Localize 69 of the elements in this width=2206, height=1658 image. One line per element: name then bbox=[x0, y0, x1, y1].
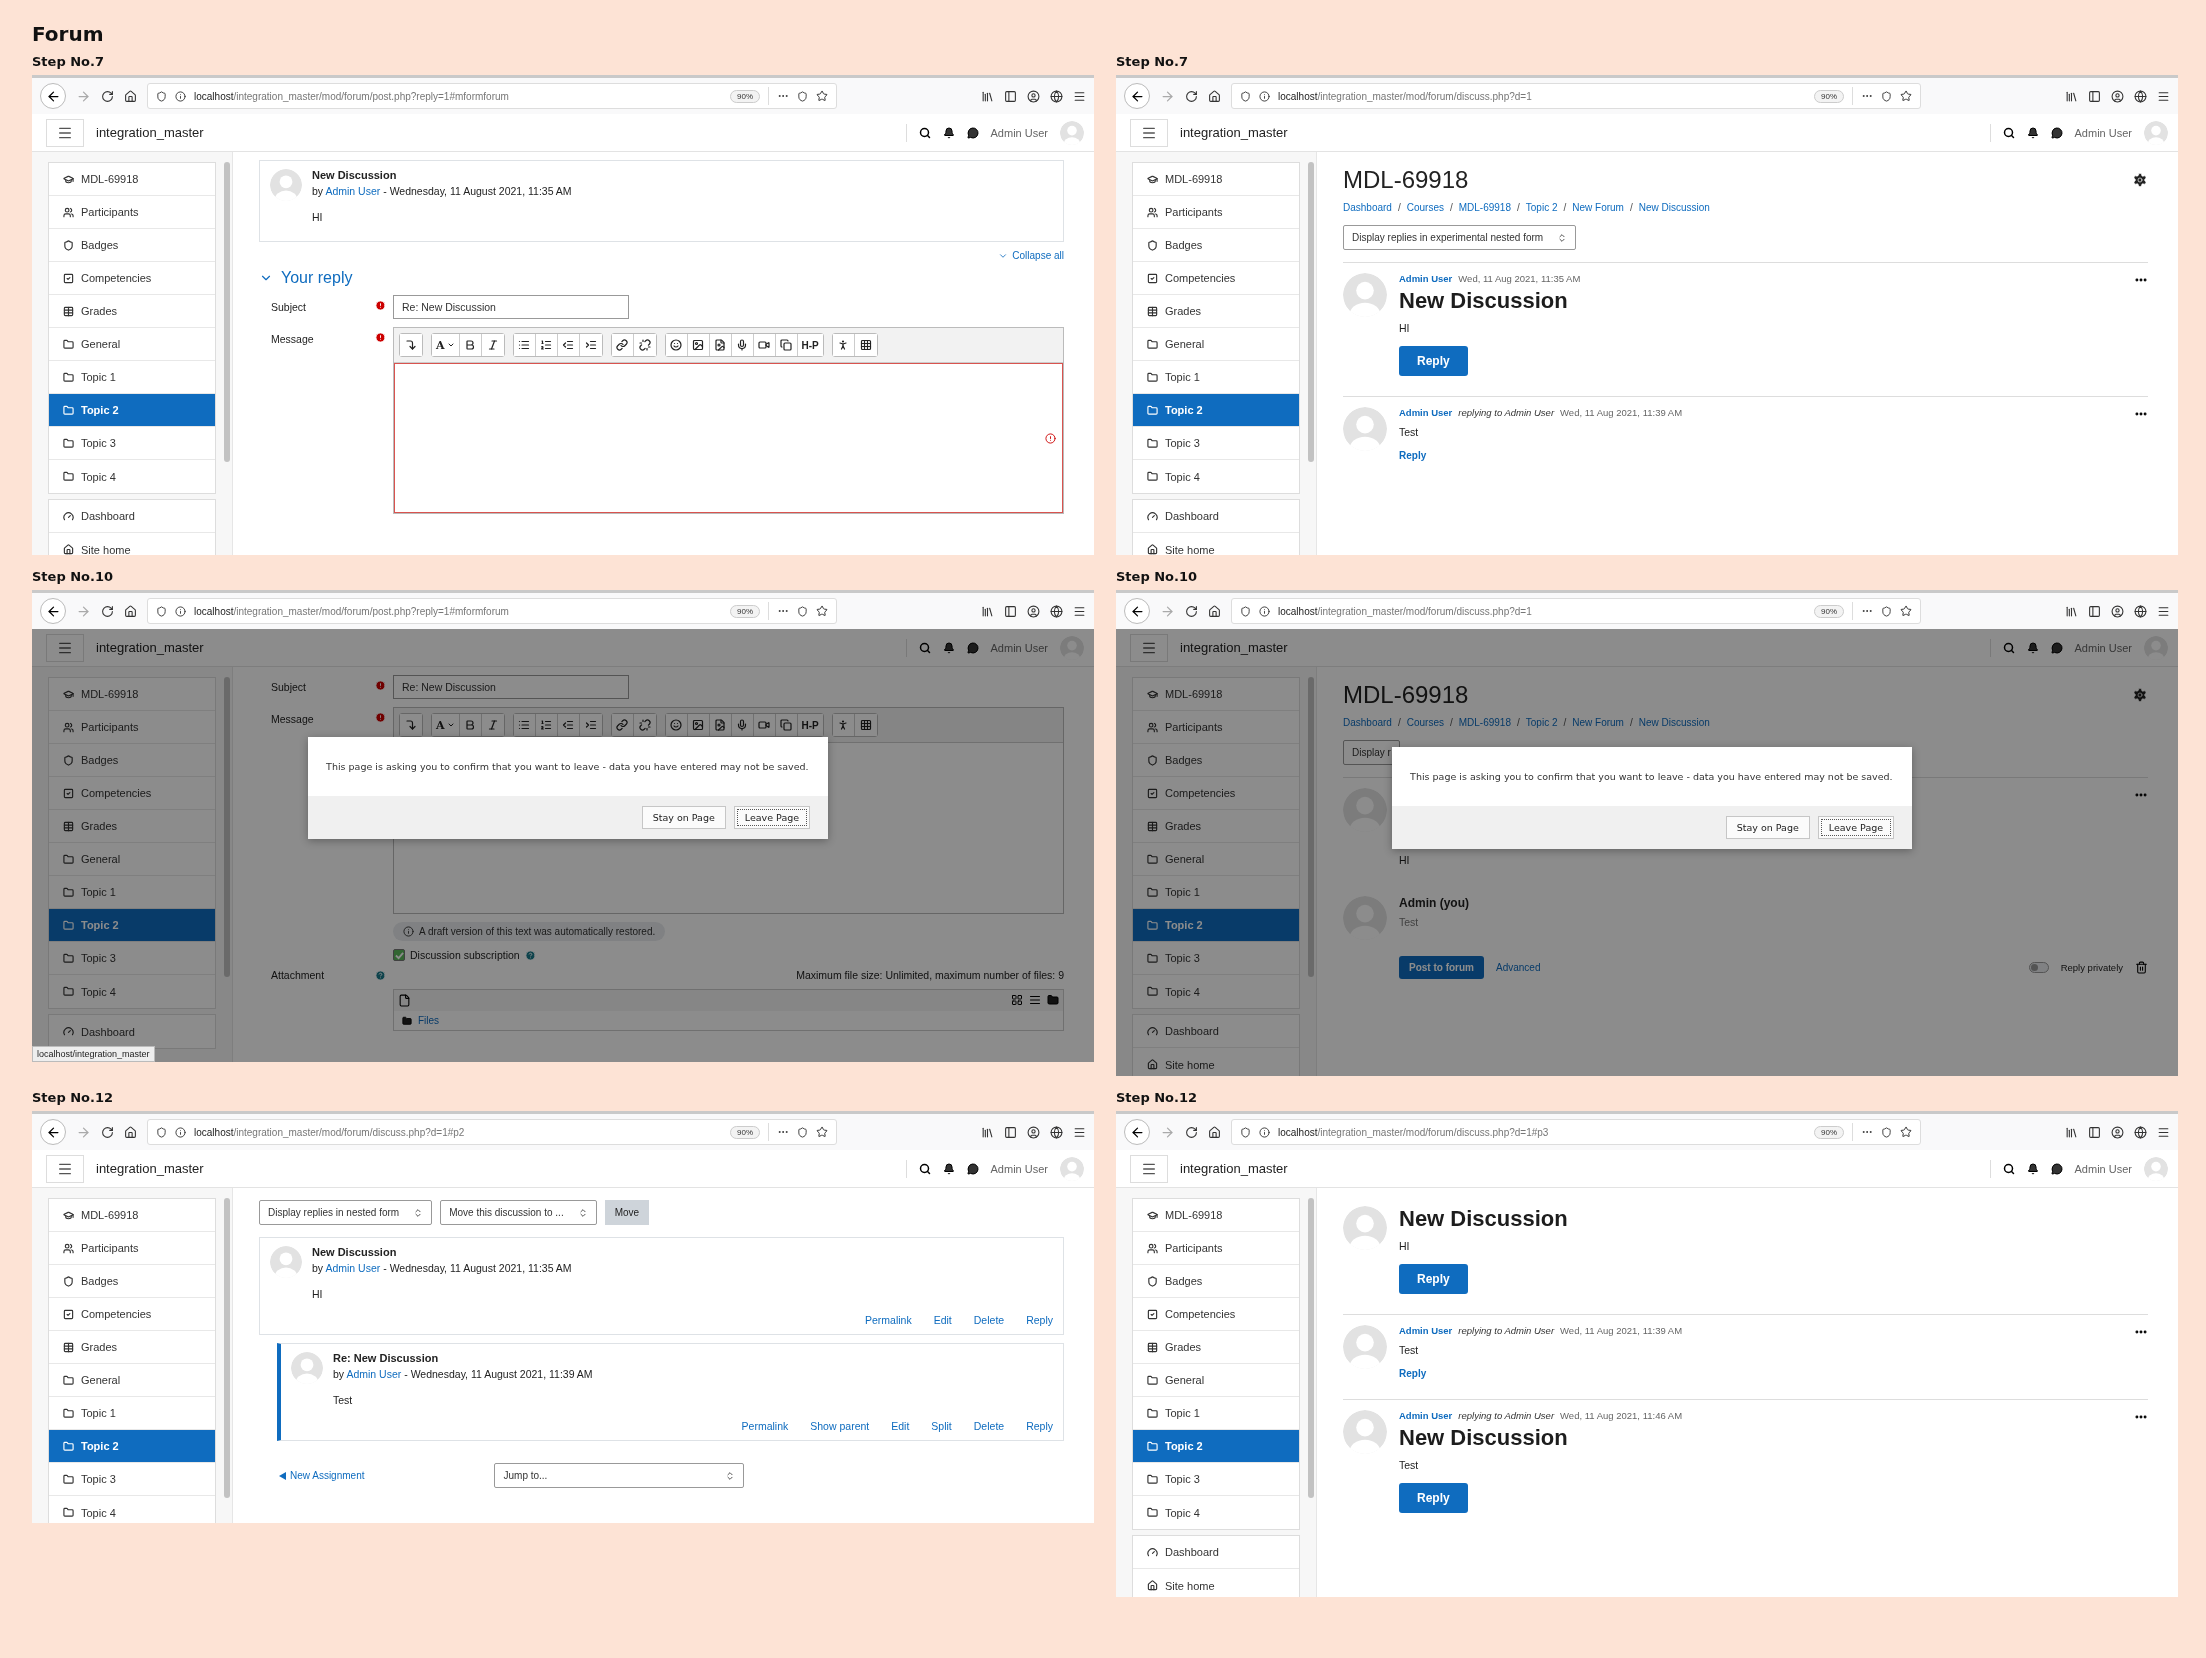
document-title: Forum bbox=[32, 22, 105, 46]
field-label: Subject bbox=[270, 680, 308, 693]
toggle-label: Reply privately bbox=[2060, 962, 2123, 973]
step-label: Step No.10 bbox=[32, 569, 115, 584]
checkbox-label: Discussion subscription bbox=[410, 949, 520, 961]
post-date: Wed, 11 Aug 2021, 11:46 AM bbox=[1560, 1410, 1683, 1421]
step-label: Step No.12 bbox=[32, 1090, 115, 1105]
url-text: localhost/integration_master/mod/forum/discuss.php?d=1 bbox=[1278, 605, 1533, 617]
site-name: integration_master bbox=[1180, 1161, 1288, 1176]
breadcrumb-separator: / bbox=[1563, 717, 1567, 728]
step-label: Step No.10 bbox=[1116, 569, 1199, 584]
post-body: Test bbox=[333, 1394, 354, 1406]
step-label: Step No.12 bbox=[1116, 1090, 1199, 1105]
post-body: HI bbox=[1399, 854, 1411, 866]
post-body: HI bbox=[312, 211, 324, 223]
site-name: integration_master bbox=[96, 640, 204, 655]
reply-relation: replying to Admin User bbox=[1458, 1325, 1555, 1336]
field-label: Message bbox=[270, 712, 315, 725]
reply-relation: replying to Admin User bbox=[1458, 1410, 1555, 1421]
url-text: localhost/integration_master/mod/forum/discuss.php?d=1#p3 bbox=[1278, 1126, 1550, 1138]
post-body: Test bbox=[1399, 426, 1420, 438]
dialog-message: This page is asking you to confirm that you want to leave - data you have entered may not be saved. bbox=[1409, 770, 1894, 784]
post-body: HI bbox=[1399, 322, 1411, 334]
breadcrumb-separator: / bbox=[1517, 717, 1520, 728]
post-date: Wed, 11 Aug 2021, 11:39 AM bbox=[1560, 407, 1683, 418]
post-body: HI bbox=[1399, 1240, 1411, 1252]
post-byline: by Admin User - Wednesday, 11 August 2021, 11:35 AM bbox=[312, 1262, 573, 1274]
post-body: HI bbox=[312, 1288, 324, 1300]
post-date: Wed, 11 Aug 2021, 11:39 AM bbox=[1560, 1325, 1683, 1336]
dialog-message: This page is asking you to confirm that you want to leave - data you have entered may not be saved. bbox=[325, 760, 810, 774]
field-label: Subject bbox=[270, 300, 308, 313]
url-text: localhost/integration_master/mod/forum/discuss.php?d=1 bbox=[1278, 90, 1533, 102]
breadcrumb-separator: / bbox=[1397, 202, 1401, 213]
post-subject: Re: New Discussion bbox=[333, 1352, 440, 1364]
site-name: integration_master bbox=[1180, 125, 1288, 140]
breadcrumb-separator: / bbox=[1449, 717, 1453, 728]
breadcrumb-separator: / bbox=[1629, 202, 1633, 213]
site-name: integration_master bbox=[1180, 640, 1288, 655]
file-limit-text: Maximum file size: Unlimited, maximum number of files: 9 bbox=[796, 969, 1064, 981]
breadcrumb-separator: / bbox=[1629, 717, 1633, 728]
breadcrumb-separator: / bbox=[1397, 717, 1401, 728]
page-title: MDL-69918 bbox=[1343, 166, 1469, 194]
breadcrumb-separator: / bbox=[1449, 202, 1453, 213]
post-byline: by Admin User - Wednesday, 11 August 2021, 11:35 AM bbox=[312, 185, 573, 197]
field-label: Attachment bbox=[270, 969, 326, 981]
post-subject: New Discussion bbox=[312, 169, 398, 181]
post-body: Test bbox=[1399, 1344, 1420, 1356]
page-title: MDL-69918 bbox=[1343, 681, 1469, 709]
post-subject: New Discussion bbox=[312, 1246, 398, 1258]
post-byline: by Admin User - Wednesday, 11 August 2021, 11:39 AM bbox=[333, 1368, 594, 1380]
breadcrumb-separator: / bbox=[1563, 202, 1567, 213]
reply-relation: replying to Admin User bbox=[1458, 407, 1555, 418]
status-tooltip: localhost/integration_master bbox=[32, 1046, 155, 1062]
url-text: localhost/integration_master/mod/forum/post.php?reply=1#mformforum bbox=[194, 605, 510, 617]
url-text: localhost/integration_master/mod/forum/discuss.php?d=1#p2 bbox=[194, 1126, 466, 1138]
step-label: Step No.7 bbox=[32, 54, 106, 69]
url-text: localhost/integration_master/mod/forum/post.php?reply=1#mformforum bbox=[194, 90, 510, 102]
post-body: Test bbox=[1399, 1459, 1420, 1471]
site-name: integration_master bbox=[96, 125, 204, 140]
post-title: New Discussion bbox=[1399, 288, 1569, 314]
reply-author: Admin (you) bbox=[1399, 896, 1470, 910]
breadcrumb-separator: / bbox=[1517, 202, 1520, 213]
step-label: Step No.7 bbox=[1116, 54, 1190, 69]
notice-text: A draft version of this text was automatically restored. bbox=[419, 926, 656, 937]
post-title: New Discussion bbox=[1399, 1206, 1569, 1232]
post-title: New Discussion bbox=[1399, 1425, 1569, 1451]
field-label: Message bbox=[270, 332, 315, 345]
post-date: Wed, 11 Aug 2021, 11:35 AM bbox=[1458, 273, 1581, 284]
site-name: integration_master bbox=[96, 1161, 204, 1176]
